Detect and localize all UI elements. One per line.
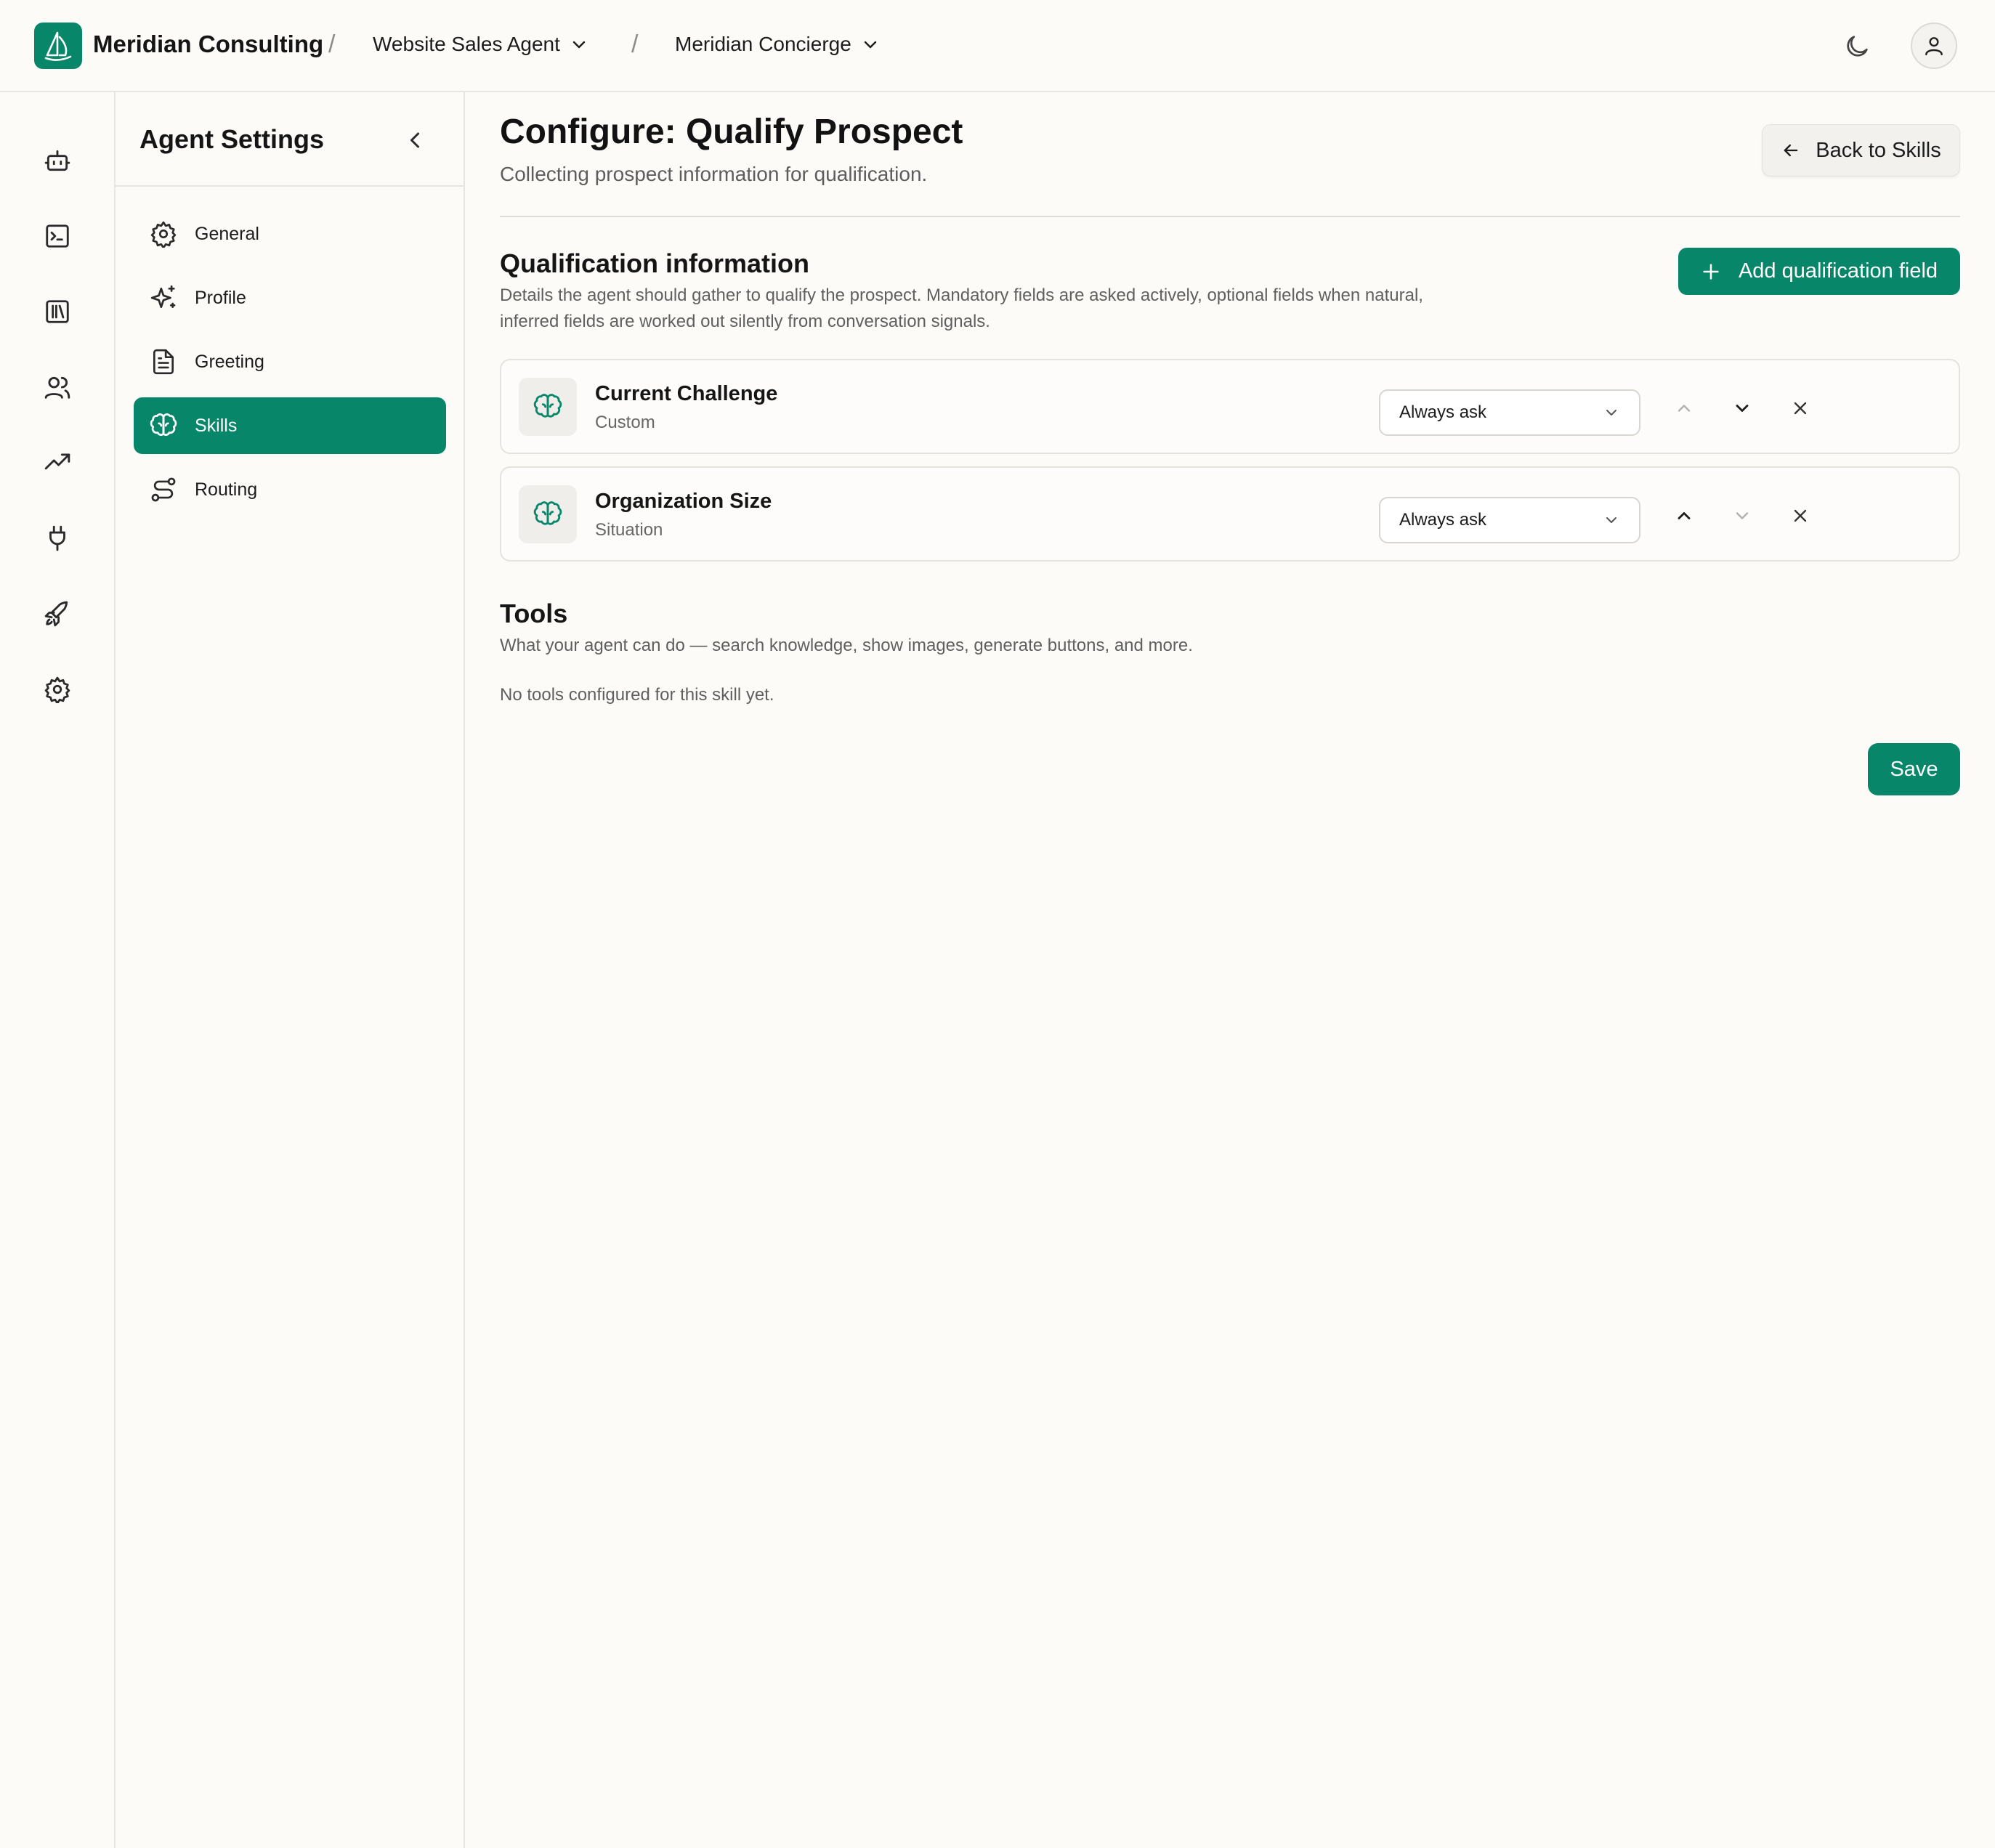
sidebar-item-label: Greeting bbox=[195, 351, 264, 372]
ask-mode-select[interactable]: Always ask bbox=[1379, 389, 1640, 436]
tools-description: What your agent can do — search knowledg… bbox=[500, 636, 1193, 655]
icon-rail bbox=[0, 92, 116, 1848]
close-icon bbox=[1794, 509, 1807, 522]
field-name: Current Challenge bbox=[595, 382, 778, 405]
breadcrumb-concierge-label: Meridian Concierge bbox=[675, 33, 851, 55]
route-icon bbox=[150, 476, 177, 503]
add-qualification-field-button[interactable]: Add qualification field bbox=[1678, 248, 1960, 295]
move-down-button[interactable] bbox=[1728, 501, 1757, 530]
remove-field-button[interactable] bbox=[1786, 394, 1815, 423]
breadcrumb-separator: / bbox=[328, 31, 336, 58]
field-type: Situation bbox=[595, 520, 663, 540]
qualification-field-card: Organization Size Situation Always ask bbox=[500, 466, 1960, 562]
sidebar-item-greeting[interactable]: Greeting bbox=[134, 333, 446, 390]
breadcrumb-agent-dropdown[interactable]: Website Sales Agent bbox=[373, 33, 588, 56]
move-up-button[interactable] bbox=[1670, 394, 1699, 423]
header-divider bbox=[500, 216, 1960, 217]
sidebar-title: Agent Settings bbox=[139, 124, 325, 154]
back-to-skills-button[interactable]: Back to Skills bbox=[1762, 124, 1960, 177]
collapse-sidebar-button[interactable] bbox=[402, 127, 428, 153]
chevron-down-icon bbox=[570, 36, 588, 53]
sparkles-icon bbox=[150, 284, 177, 312]
chevron-up-icon bbox=[1678, 512, 1691, 519]
page-title: Configure: Qualify Prospect bbox=[500, 113, 963, 151]
sidebar-item-general[interactable]: General bbox=[134, 206, 446, 262]
chevron-down-icon bbox=[1603, 404, 1620, 421]
qualification-description: Details the agent should gather to quali… bbox=[500, 285, 1423, 331]
plug-icon[interactable] bbox=[40, 521, 75, 556]
chevron-down-icon bbox=[1603, 511, 1620, 529]
sidebar-item-label: Skills bbox=[195, 415, 238, 436]
gear-icon bbox=[150, 220, 177, 248]
chevron-left-icon bbox=[410, 132, 419, 148]
brain-icon bbox=[519, 485, 577, 543]
qualification-title: Qualification information bbox=[500, 248, 810, 278]
trending-up-icon[interactable] bbox=[40, 445, 75, 480]
tools-title: Tools bbox=[500, 599, 568, 628]
chevron-down-icon bbox=[1736, 512, 1749, 519]
brain-icon bbox=[519, 378, 577, 436]
field-type: Custom bbox=[595, 413, 655, 432]
sidebar-item-label: Profile bbox=[195, 287, 246, 308]
remove-field-button[interactable] bbox=[1786, 501, 1815, 530]
breadcrumb-concierge-dropdown[interactable]: Meridian Concierge bbox=[675, 33, 879, 56]
field-name: Organization Size bbox=[595, 490, 772, 513]
sidebar-item-profile[interactable]: Profile bbox=[134, 270, 446, 326]
robot-icon[interactable] bbox=[40, 143, 75, 178]
main-content: Configure: Qualify Prospect Collecting p… bbox=[465, 92, 1995, 1848]
add-qualification-field-label: Add qualification field bbox=[1738, 259, 1938, 283]
move-down-button[interactable] bbox=[1728, 394, 1757, 423]
chevron-down-icon bbox=[1736, 405, 1749, 412]
gear-icon[interactable] bbox=[40, 672, 75, 707]
sidebar-item-routing[interactable]: Routing bbox=[134, 461, 446, 518]
org-name[interactable]: Meridian Consulting bbox=[93, 31, 323, 58]
document-icon bbox=[150, 348, 177, 376]
move-up-button[interactable] bbox=[1670, 501, 1699, 530]
save-button[interactable]: Save bbox=[1868, 743, 1960, 795]
close-icon bbox=[1794, 402, 1807, 415]
moon-icon[interactable] bbox=[1842, 32, 1871, 61]
plus-icon bbox=[1701, 262, 1721, 282]
library-icon[interactable] bbox=[40, 294, 75, 329]
ask-mode-value: Always ask bbox=[1399, 402, 1487, 422]
tools-empty-message: No tools configured for this skill yet. bbox=[500, 685, 774, 705]
breadcrumb-separator: / bbox=[631, 31, 639, 58]
user-icon bbox=[1925, 37, 1943, 56]
ask-mode-select[interactable]: Always ask bbox=[1379, 497, 1640, 543]
qualification-field-card: Current Challenge Custom Always ask bbox=[500, 359, 1960, 454]
chevron-down-icon bbox=[862, 36, 879, 53]
back-to-skills-label: Back to Skills bbox=[1816, 138, 1941, 162]
brain-icon bbox=[150, 412, 177, 439]
ask-mode-value: Always ask bbox=[1399, 510, 1487, 530]
sidebar-item-label: General bbox=[195, 223, 259, 244]
terminal-icon[interactable] bbox=[40, 219, 75, 254]
rocket-icon[interactable] bbox=[40, 596, 75, 631]
user-avatar[interactable] bbox=[1911, 23, 1957, 69]
page-subtitle: Collecting prospect information for qual… bbox=[500, 163, 928, 185]
top-bar: Meridian Consulting / Website Sales Agen… bbox=[0, 0, 1995, 92]
sidebar-header: Agent Settings bbox=[116, 92, 464, 187]
chevron-up-icon bbox=[1678, 405, 1691, 412]
arrow-left-icon bbox=[1781, 140, 1801, 161]
sidebar-item-label: Routing bbox=[195, 479, 258, 500]
breadcrumb-agent-label: Website Sales Agent bbox=[373, 33, 560, 55]
sidebar-item-skills[interactable]: Skills bbox=[134, 397, 446, 454]
settings-sidebar: Agent Settings General Profile Greeting bbox=[116, 92, 465, 1848]
sailboat-logo-icon[interactable] bbox=[34, 23, 82, 69]
users-icon[interactable] bbox=[40, 370, 75, 405]
